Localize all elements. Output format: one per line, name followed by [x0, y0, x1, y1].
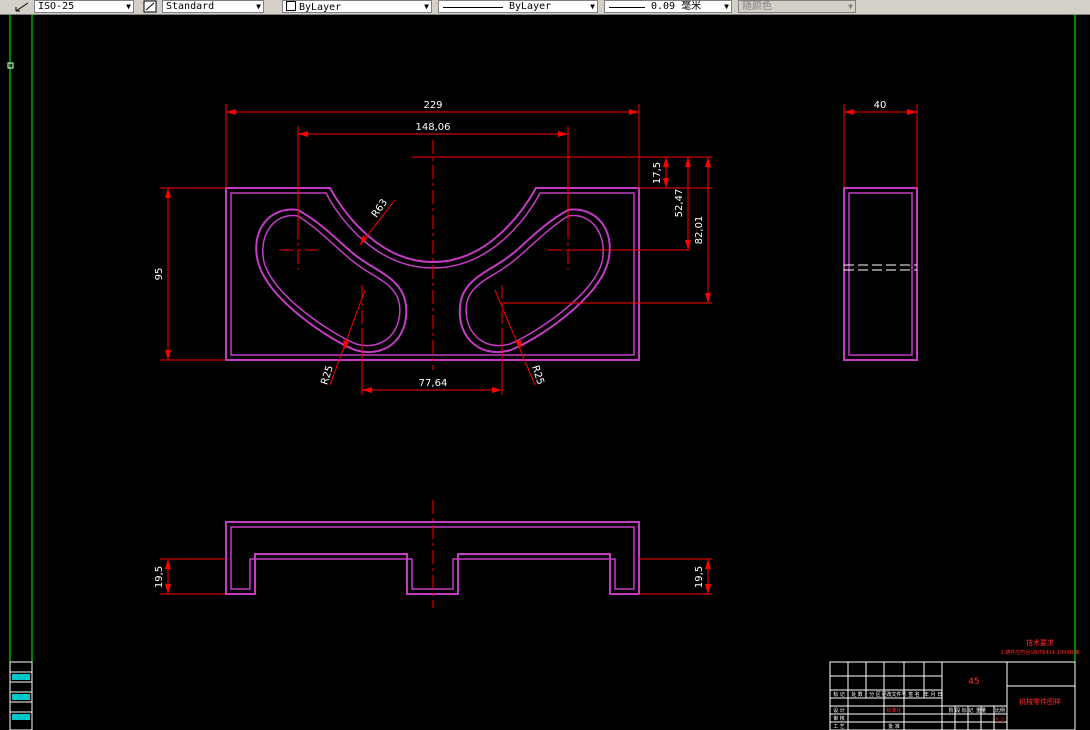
weight-label: 重量: [976, 707, 986, 714]
side-binding-table: [9, 661, 33, 730]
dim-r25-right: R25: [529, 364, 546, 386]
scale-label: 比例: [995, 707, 1005, 714]
row-review: 审 核: [833, 715, 845, 722]
dim-40: 40: [874, 100, 887, 111]
header-cell-sign: 签 名: [908, 691, 920, 698]
header-cell-change: 更改文件号: [881, 691, 906, 698]
tech-req-line1: 1.铸件应符合GB/T6414-1999标准: [1000, 649, 1079, 656]
top-view: [225, 140, 640, 370]
header-cell-mark: 标 记: [833, 691, 845, 698]
header-cell-zone: 分 区: [869, 691, 881, 698]
top-view-dimensions: [160, 104, 712, 395]
dim-19-5-right: 19,5: [694, 566, 705, 588]
dim-95: 95: [154, 268, 165, 281]
dim-77-64: 77,64: [419, 378, 448, 389]
dim-19-5-left: 19,5: [154, 566, 165, 588]
row-process: 工 艺: [833, 724, 845, 730]
top-view-dimension-texts: 229 148,06 R63 17,5 52,47 82,01 95 R25 R…: [154, 100, 705, 389]
standardization-label: 标准化: [886, 707, 901, 714]
title-block: [829, 661, 1076, 730]
dim-229: 229: [423, 100, 442, 111]
dim-52-47: 52,47: [674, 189, 685, 218]
part-name-label: 机械零件图样: [1019, 697, 1061, 706]
dim-17-5: 17,5: [652, 162, 663, 184]
tech-req-title: 技术要求: [1026, 638, 1054, 647]
side-view: 40: [843, 100, 918, 361]
dim-148: 148,06: [416, 122, 451, 133]
row-design: 设 计: [833, 707, 845, 714]
approve-label: 批 准: [888, 723, 900, 730]
dim-r63: R63: [370, 197, 390, 219]
material-label: 45: [968, 677, 979, 687]
header-cell-count: 处 数: [851, 691, 863, 698]
scale-value: 1:1: [995, 717, 1005, 724]
header-cell-date: 年 月 日: [924, 691, 942, 698]
drawing-canvas[interactable]: 229 148,06 R63 17,5 52,47 82,01 95 R25 R…: [0, 0, 1090, 730]
dimension-arrows: [165, 109, 711, 393]
stage-label: 阶 段 标 记: [949, 707, 974, 714]
front-view: 19,5 19,5: [154, 500, 712, 608]
dim-82-01: 82,01: [694, 216, 705, 245]
technical-requirements: 技术要求 1.铸件应符合GB/T6414-1999标准: [1000, 638, 1079, 656]
